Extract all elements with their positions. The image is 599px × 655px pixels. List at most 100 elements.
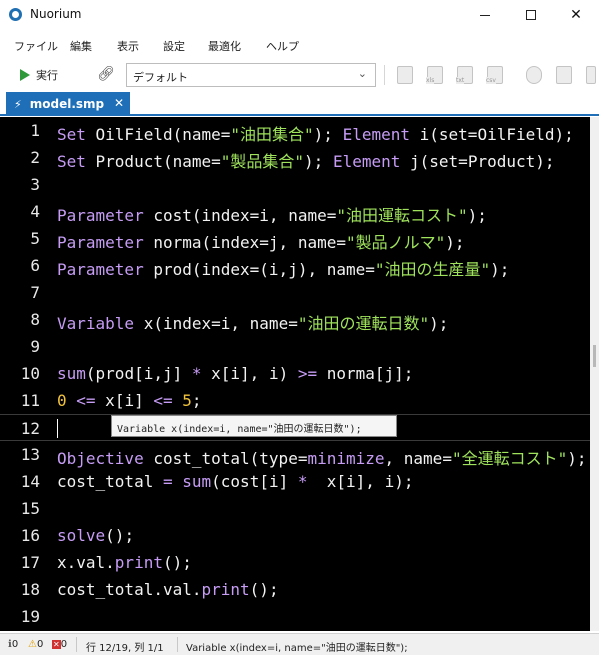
code-line[interactable]: 7	[0, 279, 590, 306]
menu-file[interactable]: ファイル	[14, 38, 58, 54]
code-text: Variable x(index=i, name="油田の運転日数");	[57, 310, 448, 334]
code-line[interactable]: 5 Parameter norma(index=j, name="製品ノルマ");	[0, 225, 590, 252]
code-line[interactable]: 4 Parameter cost(index=i, name="油田運転コスト")…	[0, 198, 590, 225]
code-token: j(set=Product);	[410, 152, 555, 171]
code-text: Parameter prod(index=(i,j), name="油田の生産量…	[57, 256, 509, 280]
close-window-button[interactable]: ✕	[553, 0, 599, 30]
code-line[interactable]: 13 Objective cost_total(type=minimize, na…	[0, 441, 590, 468]
file-icon: ⚡	[14, 97, 22, 111]
maximize-button[interactable]	[508, 0, 554, 30]
run-label: 実行	[36, 69, 58, 82]
code-token: );	[429, 314, 449, 333]
code-line[interactable]: 10 sum(prod[i,j] * x[i], i) >= norma[j];	[0, 360, 590, 387]
code-text: Set Product(name="製品集合"); Element j(set=…	[57, 148, 555, 172]
code-text: cost_total.val.print();	[57, 580, 279, 599]
warning-icon: ⚠	[28, 639, 37, 650]
link-icon[interactable]: 🔗︎	[97, 66, 115, 82]
tab-model-smp[interactable]: ⚡ model.smp ✕	[6, 92, 130, 116]
status-message: Variable x(index=i, name="油田の運転日数");	[186, 643, 408, 654]
line-number: 7	[30, 283, 40, 302]
code-text: Parameter cost(index=i, name="油田運転コスト");	[57, 202, 487, 226]
config-select-value: デフォルト	[133, 71, 188, 84]
more-icon[interactable]	[586, 66, 596, 84]
export-csv-icon[interactable]: csv	[486, 66, 503, 84]
code-token: *	[191, 364, 202, 383]
code-line[interactable]: 3	[0, 171, 590, 198]
menu-settings[interactable]: 設定	[163, 38, 185, 54]
code-token: x.val.	[57, 553, 115, 572]
code-token: Set	[57, 152, 96, 171]
line-number: 1	[30, 121, 40, 140]
menu-bar: ファイル 編集 表示 設定 最適化 ヘルプ	[0, 34, 599, 56]
code-line[interactable]: 9	[0, 333, 590, 360]
status-divider	[76, 637, 77, 652]
menu-help[interactable]: ヘルプ	[266, 38, 299, 54]
scrollbar-thumb[interactable]	[593, 345, 596, 367]
code-line[interactable]: 15	[0, 495, 590, 522]
code-token: Objective	[57, 449, 154, 468]
code-line[interactable]: 18 cost_total.val.print();	[0, 576, 590, 603]
print-icon[interactable]	[556, 66, 572, 84]
info-status[interactable]: ℹ0	[8, 639, 18, 650]
tab-close-icon[interactable]: ✕	[114, 96, 124, 110]
code-line[interactable]: 6 Parameter prod(index=(i,j), name="油田の生産…	[0, 252, 590, 279]
code-token: <=	[76, 391, 96, 410]
menu-edit[interactable]: 編集	[70, 38, 92, 54]
code-token: x[i], i)	[201, 364, 298, 383]
code-token: solve	[57, 526, 106, 545]
new-file-icon[interactable]	[397, 66, 413, 84]
code-editor[interactable]: 1 Set OilField(name="油田集合"); Element i(se…	[0, 117, 590, 631]
install-icon[interactable]	[526, 66, 542, 84]
line-number: 18	[20, 580, 40, 599]
play-icon	[20, 69, 30, 81]
code-token: print	[201, 580, 250, 599]
line-number: 13	[20, 445, 40, 464]
maximize-icon	[526, 10, 536, 20]
code-token: Element	[332, 152, 411, 171]
menu-optimize[interactable]: 最適化	[208, 38, 241, 54]
code-token: OilField(name=	[95, 125, 231, 144]
code-line[interactable]: 19	[0, 603, 590, 630]
code-token: cost_total	[57, 472, 163, 491]
run-button[interactable]: 実行	[20, 65, 58, 85]
code-token: Set	[57, 125, 96, 144]
code-token: x[i]	[95, 391, 154, 410]
minimize-button[interactable]	[462, 0, 508, 30]
export-xls-icon[interactable]: xls	[426, 66, 443, 84]
code-line[interactable]: 1 Set OilField(name="油田集合"); Element i(se…	[0, 117, 590, 144]
code-token: *	[297, 472, 308, 491]
code-text: solve();	[57, 526, 134, 545]
window-title: Nuorium	[30, 7, 82, 21]
toolbar: 実行 🔗︎ デフォルト ⌄ xls txt csv	[0, 60, 599, 90]
code-token: , name=	[384, 449, 452, 468]
code-text: sum(prod[i,j] * x[i], i) >= norma[j];	[57, 364, 413, 383]
line-number: 11	[20, 391, 40, 410]
code-token: Parameter	[57, 233, 154, 252]
code-text: Parameter norma(index=j, name="製品ノルマ");	[57, 229, 465, 253]
status-bar: ℹ0 ⚠0 ✕0 行 12/19, 列 1/1 Variable x(index…	[0, 633, 599, 655]
code-text: x.val.print();	[57, 553, 192, 572]
code-line[interactable]: 11 0 <= x[i] <= 5;	[0, 387, 590, 414]
code-line[interactable]: 14 cost_total = sum(cost[i] * x[i], i);	[0, 468, 590, 495]
menu-view[interactable]: 表示	[117, 38, 139, 54]
code-token: ();	[105, 526, 135, 545]
code-token: "油田の生産量"	[374, 260, 491, 279]
code-line[interactable]: 16 solve();	[0, 522, 590, 549]
config-select[interactable]: デフォルト ⌄	[126, 63, 376, 87]
error-status[interactable]: ✕0	[52, 639, 67, 650]
code-token: );	[445, 233, 465, 252]
warning-status[interactable]: ⚠0	[28, 639, 43, 650]
code-line[interactable]: 8 Variable x(index=i, name="油田の運転日数");	[0, 306, 590, 333]
code-token: norma[j];	[317, 364, 414, 383]
export-txt-icon[interactable]: txt	[456, 66, 473, 84]
code-line[interactable]: 17 x.val.print();	[0, 549, 590, 576]
code-line[interactable]: 2 Set Product(name="製品集合"); Element j(set…	[0, 144, 590, 171]
vertical-scrollbar[interactable]	[590, 117, 599, 631]
code-token: 0	[57, 391, 67, 410]
toolbar-divider	[384, 65, 385, 85]
code-token: "油田集合"	[230, 125, 314, 144]
code-token: prod(index=(i,j), name=	[153, 260, 375, 279]
line-number: 5	[30, 229, 40, 248]
code-token: "油田の運転日数"	[297, 314, 430, 333]
